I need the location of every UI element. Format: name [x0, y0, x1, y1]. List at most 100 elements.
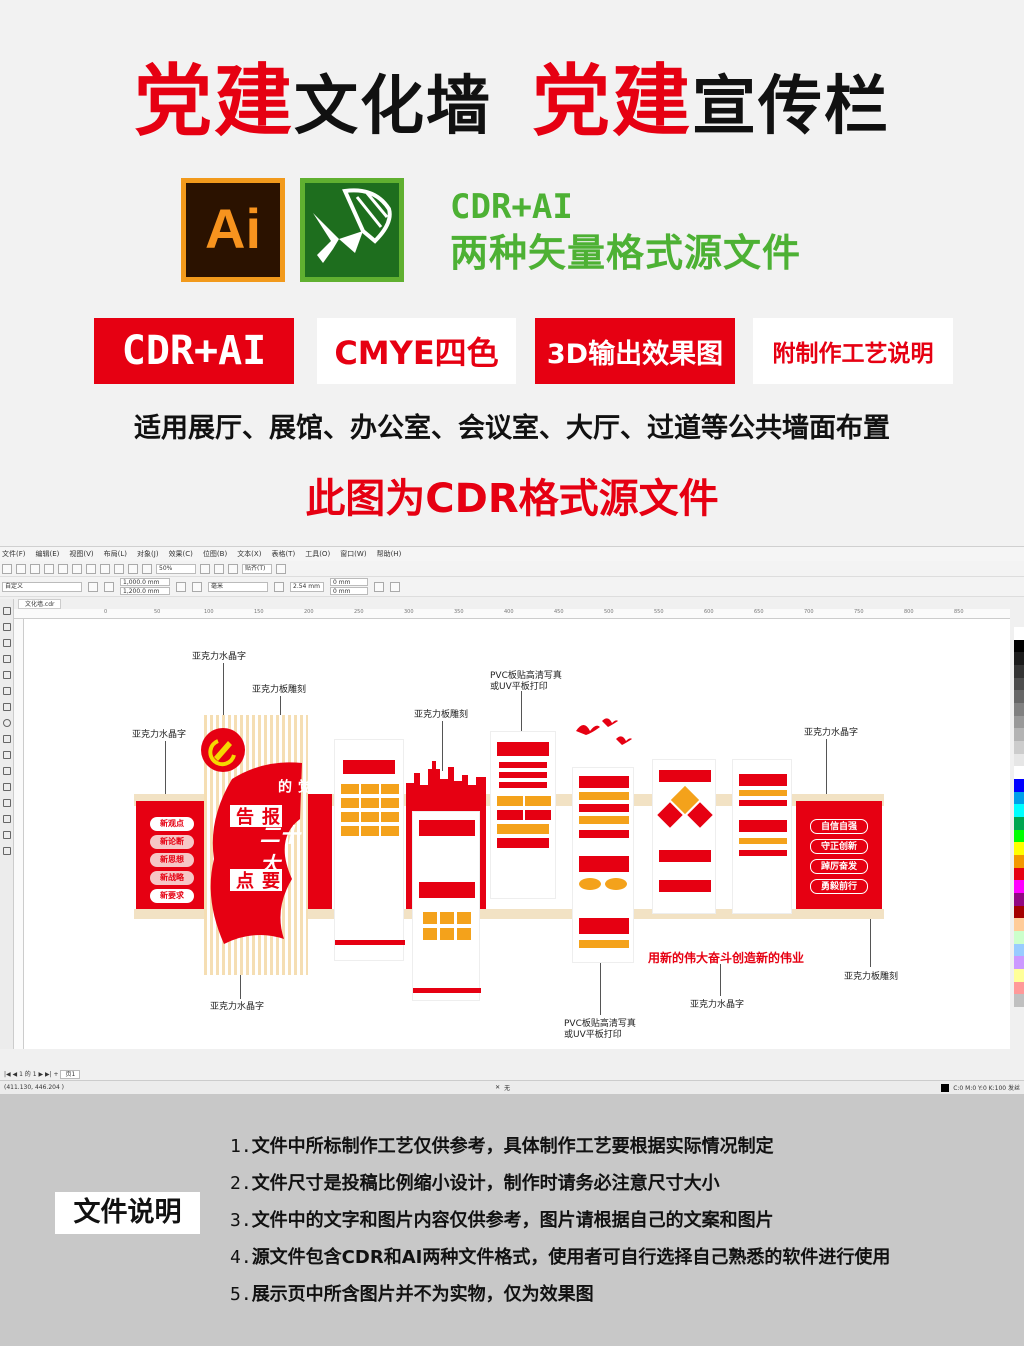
zoom-level-select[interactable]: 50%: [156, 563, 196, 574]
zoom-tool-icon[interactable]: [3, 655, 11, 663]
palette-swatch[interactable]: [1014, 741, 1024, 754]
note-text: 展示页中所含图片并不为实物，仅为效果图: [251, 1284, 594, 1305]
palette-swatch[interactable]: [1014, 804, 1024, 818]
menu-help[interactable]: 帮助(H): [377, 549, 402, 559]
palette-swatch[interactable]: [1014, 981, 1024, 995]
redo-icon[interactable]: [114, 563, 124, 574]
page-tab[interactable]: 页1: [60, 1070, 81, 1079]
menu-bitmap[interactable]: 位图(B): [203, 549, 227, 559]
grid-icon[interactable]: [228, 563, 238, 574]
palette-swatch[interactable]: [1014, 956, 1024, 970]
shape-tool-icon[interactable]: [3, 623, 11, 631]
fill-none-icon[interactable]: ✕: [495, 1084, 500, 1091]
units-select[interactable]: 毫米: [208, 581, 268, 592]
freehand-tool-icon[interactable]: [3, 671, 11, 679]
palette-swatch[interactable]: [1014, 690, 1024, 704]
palette-swatch[interactable]: [1014, 918, 1024, 932]
pick-tool-icon[interactable]: [3, 607, 11, 615]
rectangle-tool-icon[interactable]: [3, 703, 11, 711]
page-border-icon[interactable]: [374, 581, 384, 592]
drop-shadow-tool-icon[interactable]: [3, 799, 11, 807]
all-pages-icon[interactable]: [176, 581, 186, 592]
palette-swatch[interactable]: [1014, 779, 1024, 792]
interactive-fill-tool-icon[interactable]: [3, 847, 11, 855]
full-screen-icon[interactable]: [200, 563, 210, 574]
ellipse-tool-icon[interactable]: [3, 719, 11, 727]
options-icon[interactable]: [276, 563, 286, 574]
page-preset-select[interactable]: 自定义: [2, 581, 82, 592]
undo-icon[interactable]: [100, 563, 110, 574]
page-width-field[interactable]: 1,000.0 mm: [120, 578, 170, 586]
copy-icon[interactable]: [72, 563, 82, 574]
left-pill: 新观点: [150, 817, 194, 831]
menu-file[interactable]: 文件(F): [2, 549, 26, 559]
menu-object[interactable]: 对象(J): [137, 549, 159, 559]
page-height-field[interactable]: 1,200.0 mm: [120, 587, 170, 595]
menu-effects[interactable]: 效果(C): [169, 549, 193, 559]
duplicate-x-field[interactable]: 0 mm: [330, 578, 368, 586]
palette-swatch[interactable]: [1014, 766, 1024, 780]
page-options-icon[interactable]: [390, 581, 400, 592]
menu-view[interactable]: 视图(V): [69, 549, 93, 559]
palette-swatch[interactable]: [1014, 880, 1024, 894]
save-icon[interactable]: [30, 563, 40, 574]
menu-layout[interactable]: 布局(L): [104, 549, 127, 559]
palette-swatch[interactable]: [1014, 703, 1024, 716]
print-icon[interactable]: [44, 563, 54, 574]
palette-swatch[interactable]: [1014, 677, 1024, 691]
paste-icon[interactable]: [86, 563, 96, 574]
palette-swatch[interactable]: [1014, 842, 1024, 856]
palette-swatch[interactable]: [1014, 639, 1024, 653]
palette-swatch[interactable]: [1014, 665, 1024, 678]
artistic-media-tool-icon[interactable]: [3, 687, 11, 695]
palette-swatch[interactable]: [1014, 969, 1024, 982]
palette-swatch[interactable]: [1014, 829, 1024, 843]
menu-edit[interactable]: 编辑(E): [36, 549, 60, 559]
export-icon[interactable]: [142, 563, 152, 574]
eyedropper-tool-icon[interactable]: [3, 831, 11, 839]
next-page-icon[interactable]: ▶ ▶| +: [38, 1071, 60, 1078]
horizontal-ruler[interactable]: 0 50 100 150 200 250 300 350 400 450 500…: [14, 609, 1010, 619]
palette-swatch[interactable]: [1014, 652, 1024, 666]
menu-window[interactable]: 窗口(W): [340, 549, 366, 559]
polygon-tool-icon[interactable]: [3, 735, 11, 743]
crop-tool-icon[interactable]: [3, 639, 11, 647]
parallel-dimension-tool-icon[interactable]: [3, 767, 11, 775]
rulers-icon[interactable]: [214, 563, 224, 574]
open-icon[interactable]: [16, 563, 26, 574]
nudge-distance-field[interactable]: 2.54 mm: [290, 581, 324, 592]
palette-swatch[interactable]: [1014, 905, 1024, 919]
palette-swatch[interactable]: [1014, 817, 1024, 830]
palette-swatch[interactable]: [1014, 943, 1024, 957]
portrait-icon[interactable]: [88, 581, 98, 592]
palette-swatch[interactable]: [1014, 715, 1024, 729]
palette-swatch[interactable]: [1014, 893, 1024, 906]
menu-text[interactable]: 文本(X): [237, 549, 261, 559]
menu-tools[interactable]: 工具(O): [305, 549, 330, 559]
vertical-ruler[interactable]: [14, 619, 24, 1049]
document-tab[interactable]: 文化墙.cdr: [18, 599, 62, 609]
drawing-canvas[interactable]: 亚克力水晶字 亚克力板雕刻 亚克力水晶字 亚克力板雕刻 PVC板贴高清写真 或U…: [24, 619, 1010, 1049]
palette-swatch[interactable]: [1014, 753, 1024, 767]
palette-swatch[interactable]: [1014, 994, 1024, 1008]
import-icon[interactable]: [128, 563, 138, 574]
menu-table[interactable]: 表格(T): [271, 549, 295, 559]
cut-icon[interactable]: [58, 563, 68, 574]
transparency-tool-icon[interactable]: [3, 815, 11, 823]
palette-swatch[interactable]: [1014, 728, 1024, 742]
palette-swatch[interactable]: [1014, 791, 1024, 805]
landscape-icon[interactable]: [104, 581, 114, 592]
duplicate-y-field[interactable]: 0 mm: [330, 587, 368, 595]
palette-swatch[interactable]: [1014, 627, 1024, 640]
first-page-icon[interactable]: |◀ ◀: [4, 1071, 19, 1078]
current-page-icon[interactable]: [192, 581, 202, 592]
palette-swatch[interactable]: [1014, 867, 1024, 881]
new-document-icon[interactable]: [2, 563, 12, 574]
connector-tool-icon[interactable]: [3, 783, 11, 791]
outline-color-swatch[interactable]: [941, 1083, 950, 1092]
palette-swatch[interactable]: [1014, 931, 1024, 944]
snap-to-select[interactable]: 贴齐(T): [242, 563, 272, 574]
color-palette[interactable]: [1014, 627, 1024, 1008]
text-tool-icon[interactable]: [3, 751, 11, 759]
palette-swatch[interactable]: [1014, 855, 1024, 868]
